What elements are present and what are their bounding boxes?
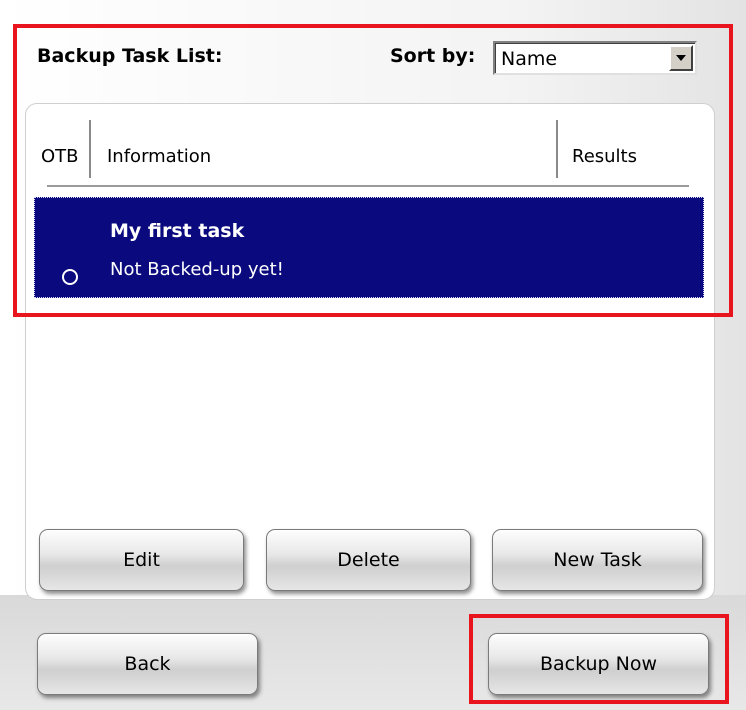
back-button[interactable]: Back — [37, 633, 258, 695]
sort-by-dropdown[interactable]: Name — [493, 41, 697, 75]
column-separator[interactable] — [556, 120, 558, 178]
sort-by-value: Name — [501, 48, 558, 70]
task-list-title: Backup Task List: — [37, 45, 223, 67]
column-separator[interactable] — [89, 120, 91, 178]
dropdown-arrow-icon[interactable] — [669, 45, 693, 71]
sort-by-label: Sort by: — [390, 45, 476, 67]
task-status: Not Backed-up yet! — [110, 259, 284, 280]
column-header-results[interactable]: Results — [572, 146, 637, 167]
task-list-panel — [25, 103, 715, 600]
backup-now-button[interactable]: Backup Now — [488, 633, 709, 695]
header-divider — [47, 185, 689, 187]
new-task-button[interactable]: New Task — [492, 529, 703, 591]
column-header-information[interactable]: Information — [107, 146, 211, 167]
edit-button[interactable]: Edit — [39, 529, 244, 591]
task-row-selected[interactable]: My first task Not Backed-up yet! — [34, 197, 704, 298]
task-name: My first task — [110, 220, 245, 242]
delete-button[interactable]: Delete — [266, 529, 471, 591]
circle-icon — [62, 269, 78, 285]
column-header-otb[interactable]: OTB — [41, 146, 79, 167]
